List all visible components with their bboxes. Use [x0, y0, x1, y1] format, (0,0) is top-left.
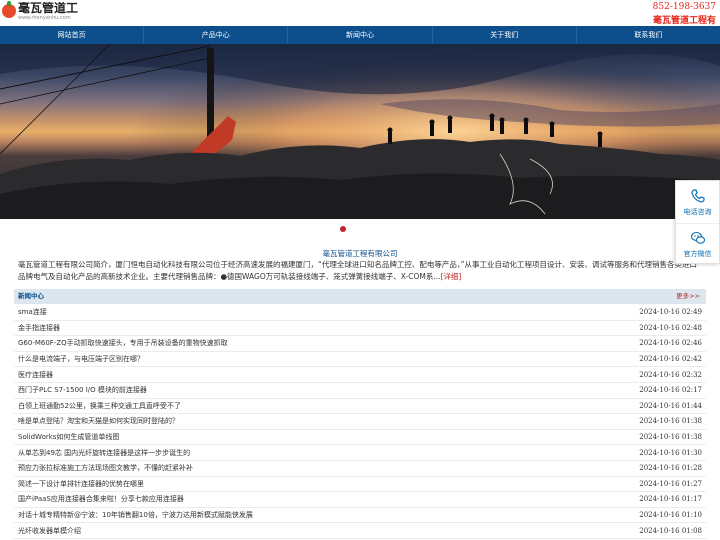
hero-banner[interactable] — [0, 44, 720, 219]
phone-consult-button[interactable]: 电话咨询 — [676, 181, 719, 223]
news-item-date: 2024-10-16 01:38 — [639, 417, 702, 426]
news-row[interactable]: SolidWorks如何生成管道单线图 2024-10-16 01:38 — [14, 430, 706, 446]
news-row[interactable]: sma连接 2024-10-16 02:49 — [14, 305, 706, 321]
news-row[interactable]: 国产iPaaS应用连接器合集来啦！分享七款应用连接器 2024-10-16 01:… — [14, 492, 706, 508]
main-nav: 网站首页 产品中心 新闻中心 关于我们 联系我们 — [0, 26, 720, 44]
header-contact: 852-198-3637 毫瓦管道工程有 — [653, 2, 716, 27]
news-list: sma连接 2024-10-16 02:49 金手指连接器 2024-10-16 02… — [14, 305, 706, 539]
news-item-date: 2024-10-16 01:10 — [639, 511, 702, 520]
site-logo[interactable]: 毫瓦管道工程 www.rhenyanhu.com — [2, 1, 78, 22]
news-item-title[interactable]: 从单芯到49芯 国内光纤旋转连接器是这样一步步诞生的 — [14, 448, 190, 458]
news-item-date: 2024-10-16 01:38 — [639, 433, 702, 442]
news-item-date: 2024-10-16 02:32 — [639, 370, 702, 379]
wechat-button[interactable]: 官方微信 — [676, 223, 719, 265]
news-item-date: 2024-10-16 01:44 — [639, 401, 702, 410]
wechat-label: 官方微信 — [683, 250, 712, 258]
logo-icon — [2, 1, 16, 18]
news-item-date: 2024-10-16 02:46 — [639, 339, 702, 348]
phone-consult-label: 电话咨询 — [683, 207, 712, 216]
header-phone: 852-198-3637 — [652, 2, 716, 12]
intro-title[interactable]: 毫瓦管道工程有限公司 — [0, 248, 720, 259]
nav-item-contact[interactable]: 联系我们 — [577, 26, 720, 44]
news-row[interactable]: 什么是电流端子，与电压端子区别在哪？ 2024-10-16 02:42 — [14, 352, 706, 368]
news-row[interactable]: 预应力张拉标准施工方法现场图文教学，不懂的赶紧补补 2024-10-16 01:2… — [14, 461, 706, 477]
news-item-title[interactable]: G60-M60F-ZQ手动抓取快速接头，专用于吊装设备的重物快速抓取 — [14, 338, 228, 348]
news-row[interactable]: 白领上班通勤52公里，换乘三种交通工具直呼受不了 2024-10-16 01:44 — [14, 399, 706, 415]
news-row[interactable]: 金手指连接器 2024-10-16 02:48 — [14, 321, 706, 337]
carousel-dot-active[interactable] — [340, 226, 346, 232]
news-row[interactable]: 医疗连接器 2024-10-16 02:32 — [14, 367, 706, 383]
news-row[interactable]: 简述一下设计单排针连接器的优势在哪里 2024-10-16 01:27 — [14, 477, 706, 493]
news-item-date: 2024-10-16 02:48 — [639, 323, 702, 332]
news-item-title[interactable]: 医疗连接器 — [14, 370, 53, 380]
news-item-title[interactable]: 对话十城专精特新@宁波：10年销售翻10倍，宁波力达用新模式赋能侠发展 — [14, 510, 253, 520]
intro-more-link[interactable]: [详细] — [441, 272, 462, 281]
news-item-title[interactable]: sma连接 — [14, 307, 47, 317]
nav-item-home[interactable]: 网站首页 — [0, 26, 145, 44]
news-item-date: 2024-10-16 02:42 — [639, 355, 702, 364]
news-item-title[interactable]: 光纤收发器单模介绍 — [14, 526, 81, 536]
news-item-title[interactable]: 什么是电流端子，与电压端子区别在哪？ — [14, 354, 144, 364]
nav-item-about[interactable]: 关于我们 — [433, 26, 577, 44]
news-item-date: 2024-10-16 02:49 — [639, 308, 702, 317]
news-row[interactable]: 西门子PLC S7-1500 I/O 模块的前连接器 2024-10-16 02:… — [14, 383, 706, 399]
carousel-dots — [0, 219, 720, 241]
intro-text: 毫瓦管道工程有限公司简介，厦门恒电自动化科技有限公司位于经济高速发展的福建厦门，… — [18, 259, 704, 282]
logo-name: 毫瓦管道工程 — [18, 2, 78, 15]
banner-image — [0, 44, 720, 219]
news-item-title[interactable]: SolidWorks如何生成管道单线图 — [14, 432, 119, 442]
news-more-link[interactable]: 更多>> — [676, 289, 700, 304]
news-section-title[interactable]: 新闻中心 — [18, 289, 44, 304]
side-contact-widget: 电话咨询 官方微信 — [675, 180, 720, 264]
news-item-title[interactable]: 国产iPaaS应用连接器合集来啦！分享七款应用连接器 — [14, 494, 184, 504]
news-item-date: 2024-10-16 01:27 — [639, 479, 702, 488]
news-row[interactable]: 对话十城专精特新@宁波：10年销售翻10倍，宁波力达用新模式赋能侠发展 2024-… — [14, 508, 706, 524]
news-item-title[interactable]: 白领上班通勤52公里，换乘三种交通工具直呼受不了 — [14, 401, 181, 411]
wechat-icon — [690, 231, 705, 244]
news-item-title[interactable]: 啥是单点登陆？淘宝和天猫是如何实现同时登陆的？ — [14, 416, 179, 426]
news-item-title[interactable]: 金手指连接器 — [14, 323, 60, 333]
nav-item-products[interactable]: 产品中心 — [144, 26, 289, 44]
news-row[interactable]: G60-M60F-ZQ手动抓取快速接头，专用于吊装设备的重物快速抓取 2024-1… — [14, 336, 706, 352]
news-header: 新闻中心 更多>> — [14, 289, 706, 304]
intro-body: 毫瓦管道工程有限公司简介，厦门恒电自动化科技有限公司位于经济高速发展的福建厦门，… — [18, 260, 698, 281]
news-item-date: 2024-10-16 01:08 — [639, 526, 702, 535]
logo-url: www.rhenyanhu.com — [18, 15, 71, 21]
news-row[interactable]: 光纤收发器单模介绍 2024-10-16 01:08 — [14, 523, 706, 539]
news-row[interactable]: 啥是单点登陆？淘宝和天猫是如何实现同时登陆的？ 2024-10-16 01:38 — [14, 414, 706, 430]
news-row[interactable]: 从单芯到49芯 国内光纤旋转连接器是这样一步步诞生的 2024-10-16 01:… — [14, 445, 706, 461]
phone-icon — [690, 188, 705, 203]
site-header: 毫瓦管道工程 www.rhenyanhu.com 852-198-3637 毫瓦… — [0, 0, 720, 26]
news-item-date: 2024-10-16 01:28 — [639, 464, 702, 473]
news-item-title[interactable]: 简述一下设计单排针连接器的优势在哪里 — [14, 479, 144, 489]
news-item-title[interactable]: 西门子PLC S7-1500 I/O 模块的前连接器 — [14, 385, 147, 395]
nav-item-news[interactable]: 新闻中心 — [288, 26, 433, 44]
news-item-date: 2024-10-16 02:17 — [639, 386, 702, 395]
news-item-date: 2024-10-16 01:30 — [639, 448, 702, 457]
news-item-date: 2024-10-16 01:17 — [639, 495, 702, 504]
news-item-title[interactable]: 预应力张拉标准施工方法现场图文教学，不懂的赶紧补补 — [14, 463, 193, 473]
